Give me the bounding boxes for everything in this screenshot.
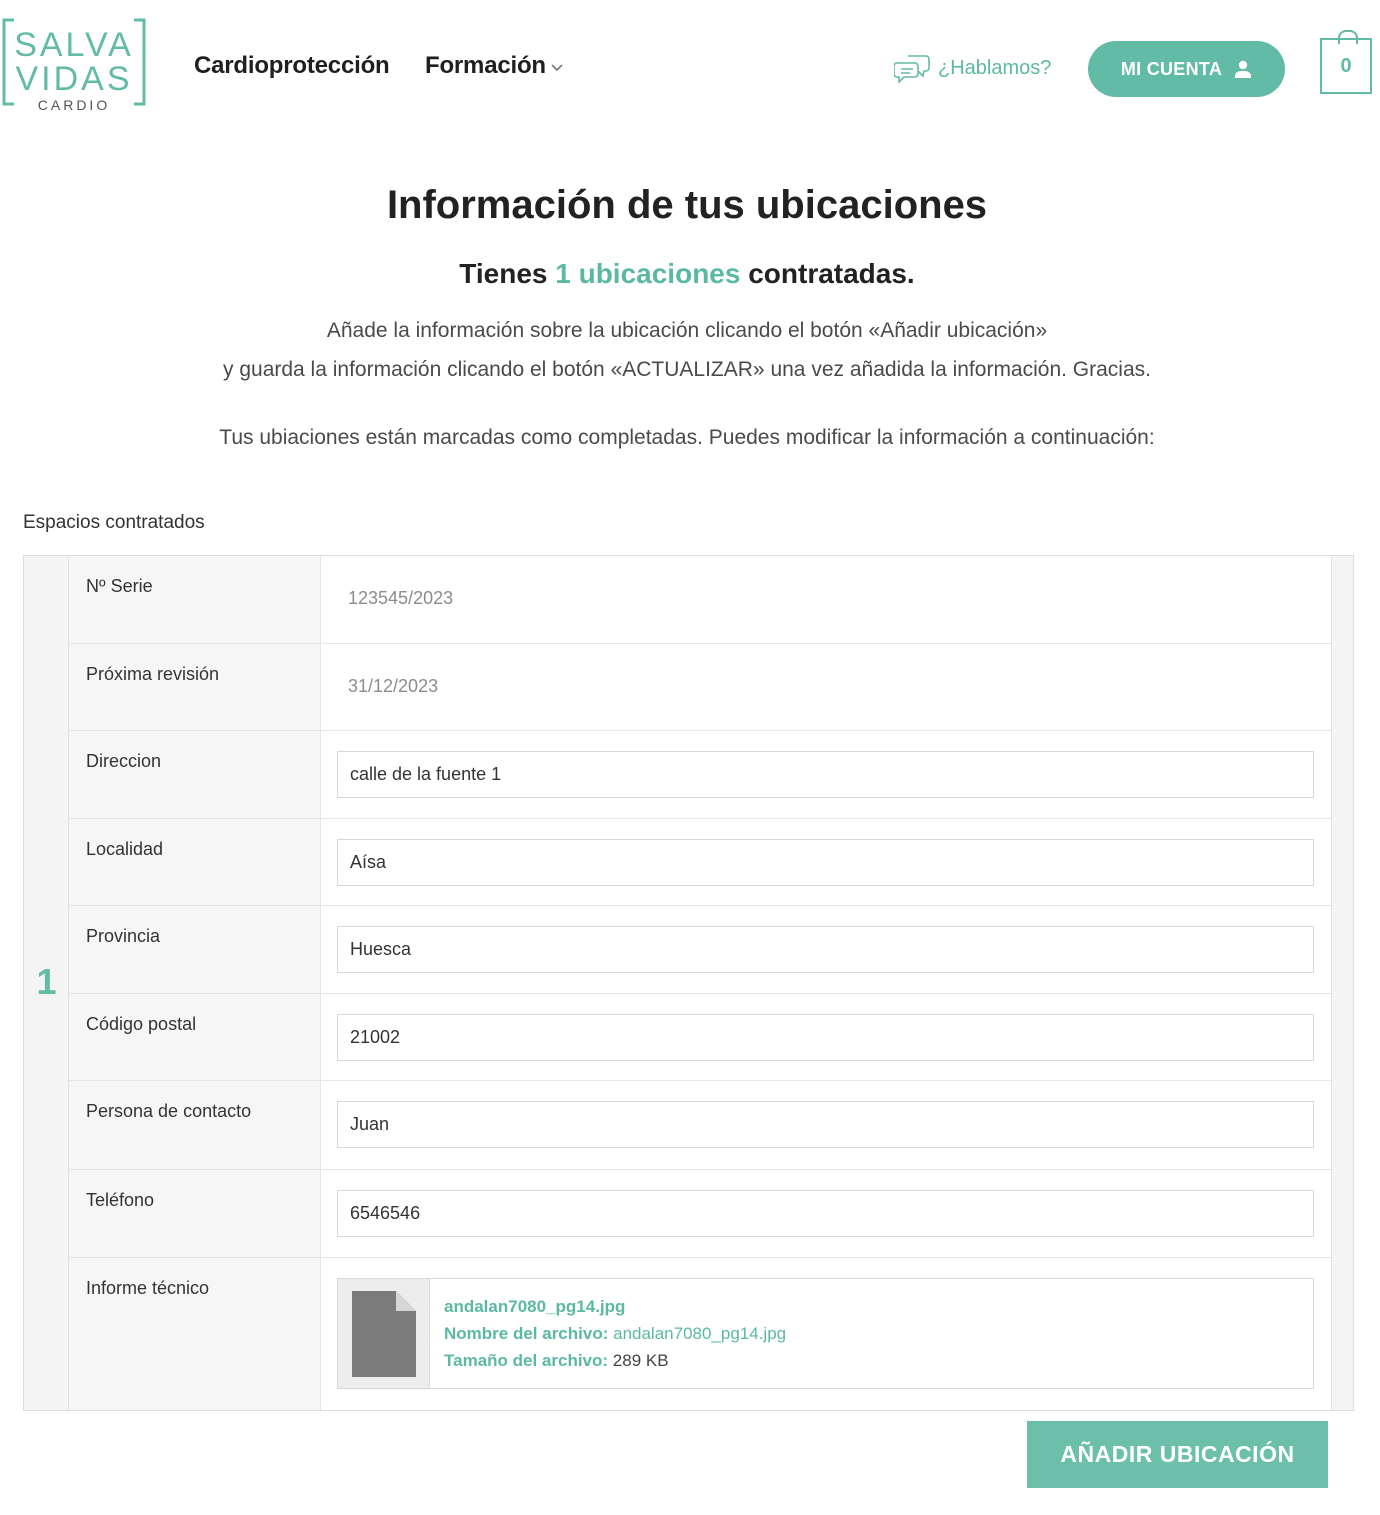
row-informe: Informe técnico andalan7080_pg14.jpg Nom… — [69, 1258, 1331, 1410]
file-thumbnail — [338, 1279, 430, 1388]
chat-bubbles-icon — [894, 55, 930, 83]
logo-line3: CARDIO — [38, 97, 110, 112]
nav-cardioproteccion[interactable]: Cardioprotección — [194, 52, 390, 80]
row-serie: Nº Serie 123545/2023 — [69, 556, 1331, 644]
direccion-label: Direccion — [69, 731, 321, 818]
hablamos-label: ¿Hablamos? — [938, 56, 1052, 79]
file-name-label: Nombre del archivo: — [444, 1324, 609, 1343]
contacto-input[interactable] — [337, 1101, 1314, 1148]
subtitle-count: 1 ubicaciones — [555, 258, 741, 289]
location-number-column: 1 — [24, 556, 69, 1410]
row-provincia: Provincia — [69, 906, 1331, 994]
direccion-input[interactable] — [337, 751, 1314, 798]
subtitle-pre: Tienes — [459, 258, 556, 289]
locations-count-subtitle: Tienes 1 ubicaciones contratadas. — [0, 258, 1374, 290]
row-localidad: Localidad — [69, 819, 1331, 906]
codigo-postal-input[interactable] — [337, 1014, 1314, 1061]
user-icon — [1234, 60, 1252, 78]
logo-line2: VIDAS — [15, 60, 132, 98]
file-name-link[interactable]: andalan7080_pg14.jpg — [444, 1293, 786, 1320]
section-label: Espacios contratados — [23, 512, 205, 533]
nav-formacion[interactable]: Formación — [425, 52, 564, 80]
telefono-input[interactable] — [337, 1190, 1314, 1237]
uploaded-file[interactable]: andalan7080_pg14.jpg Nombre del archivo:… — [337, 1278, 1314, 1389]
page-title: Información de tus ubicaciones — [386, 183, 988, 227]
row-contacto: Persona de contacto — [69, 1081, 1331, 1170]
serie-value: 123545/2023 — [348, 588, 454, 608]
row-direccion: Direccion — [69, 731, 1331, 819]
hablamos-link[interactable]: ¿Hablamos? — [894, 50, 1051, 86]
completed-notice: Tus ubiaciones están marcadas como compl… — [219, 426, 1155, 449]
nav-formacion-label: Formación — [425, 52, 546, 79]
location-number: 1 — [36, 961, 57, 1002]
subtitle-post: contratadas. — [740, 258, 915, 289]
file-size-label: Tamaño del archivo: — [444, 1351, 609, 1370]
revision-value: 31/12/2023 — [348, 676, 439, 696]
file-size-value: 289 KB — [612, 1351, 669, 1370]
revision-label: Próxima revisión — [69, 644, 321, 730]
row-actions-strip — [1331, 556, 1353, 1410]
my-account-label: MI CUENTA — [1120, 58, 1223, 79]
telefono-label: Teléfono — [69, 1170, 321, 1257]
row-revision: Próxima revisión 31/12/2023 — [69, 644, 1331, 731]
instruction-line-1: Añade la información sobre la ubicación … — [326, 319, 1048, 342]
provincia-label: Provincia — [69, 906, 321, 993]
cart-count: 0 — [1340, 54, 1352, 77]
salvavidas-logo[interactable]: SALVA VIDAS CARDIO — [0, 16, 150, 112]
serie-label: Nº Serie — [69, 556, 321, 643]
locations-table: 1 Nº Serie 123545/2023 Próxima revisión … — [23, 555, 1354, 1411]
informe-label: Informe técnico — [69, 1258, 321, 1410]
file-name-line: Nombre del archivo: andalan7080_pg14.jpg — [444, 1320, 786, 1347]
row-telefono: Teléfono — [69, 1170, 1331, 1258]
document-icon — [351, 1290, 416, 1377]
file-name-value: andalan7080_pg14.jpg — [613, 1324, 787, 1343]
row-codigo-postal: Código postal — [69, 994, 1331, 1081]
localidad-input[interactable] — [337, 839, 1314, 886]
site-header: SALVA VIDAS CARDIO Cardioprotección Form… — [0, 0, 1380, 130]
chevron-down-icon — [551, 64, 563, 71]
localidad-label: Localidad — [69, 819, 321, 905]
add-location-button[interactable]: AÑADIR UBICACIÓN — [1027, 1421, 1328, 1488]
codigo-postal-label: Código postal — [69, 994, 321, 1080]
provincia-input[interactable] — [337, 926, 1314, 973]
file-size-line: Tamaño del archivo: 289 KB — [444, 1347, 786, 1374]
logo-line1: SALVA — [14, 26, 134, 64]
contacto-label: Persona de contacto — [69, 1081, 321, 1169]
instruction-line-2: y guarda la información clicando el botó… — [223, 358, 1151, 381]
cart-button[interactable]: 0 — [1320, 30, 1372, 94]
my-account-button[interactable]: MI CUENTA — [1088, 41, 1285, 97]
